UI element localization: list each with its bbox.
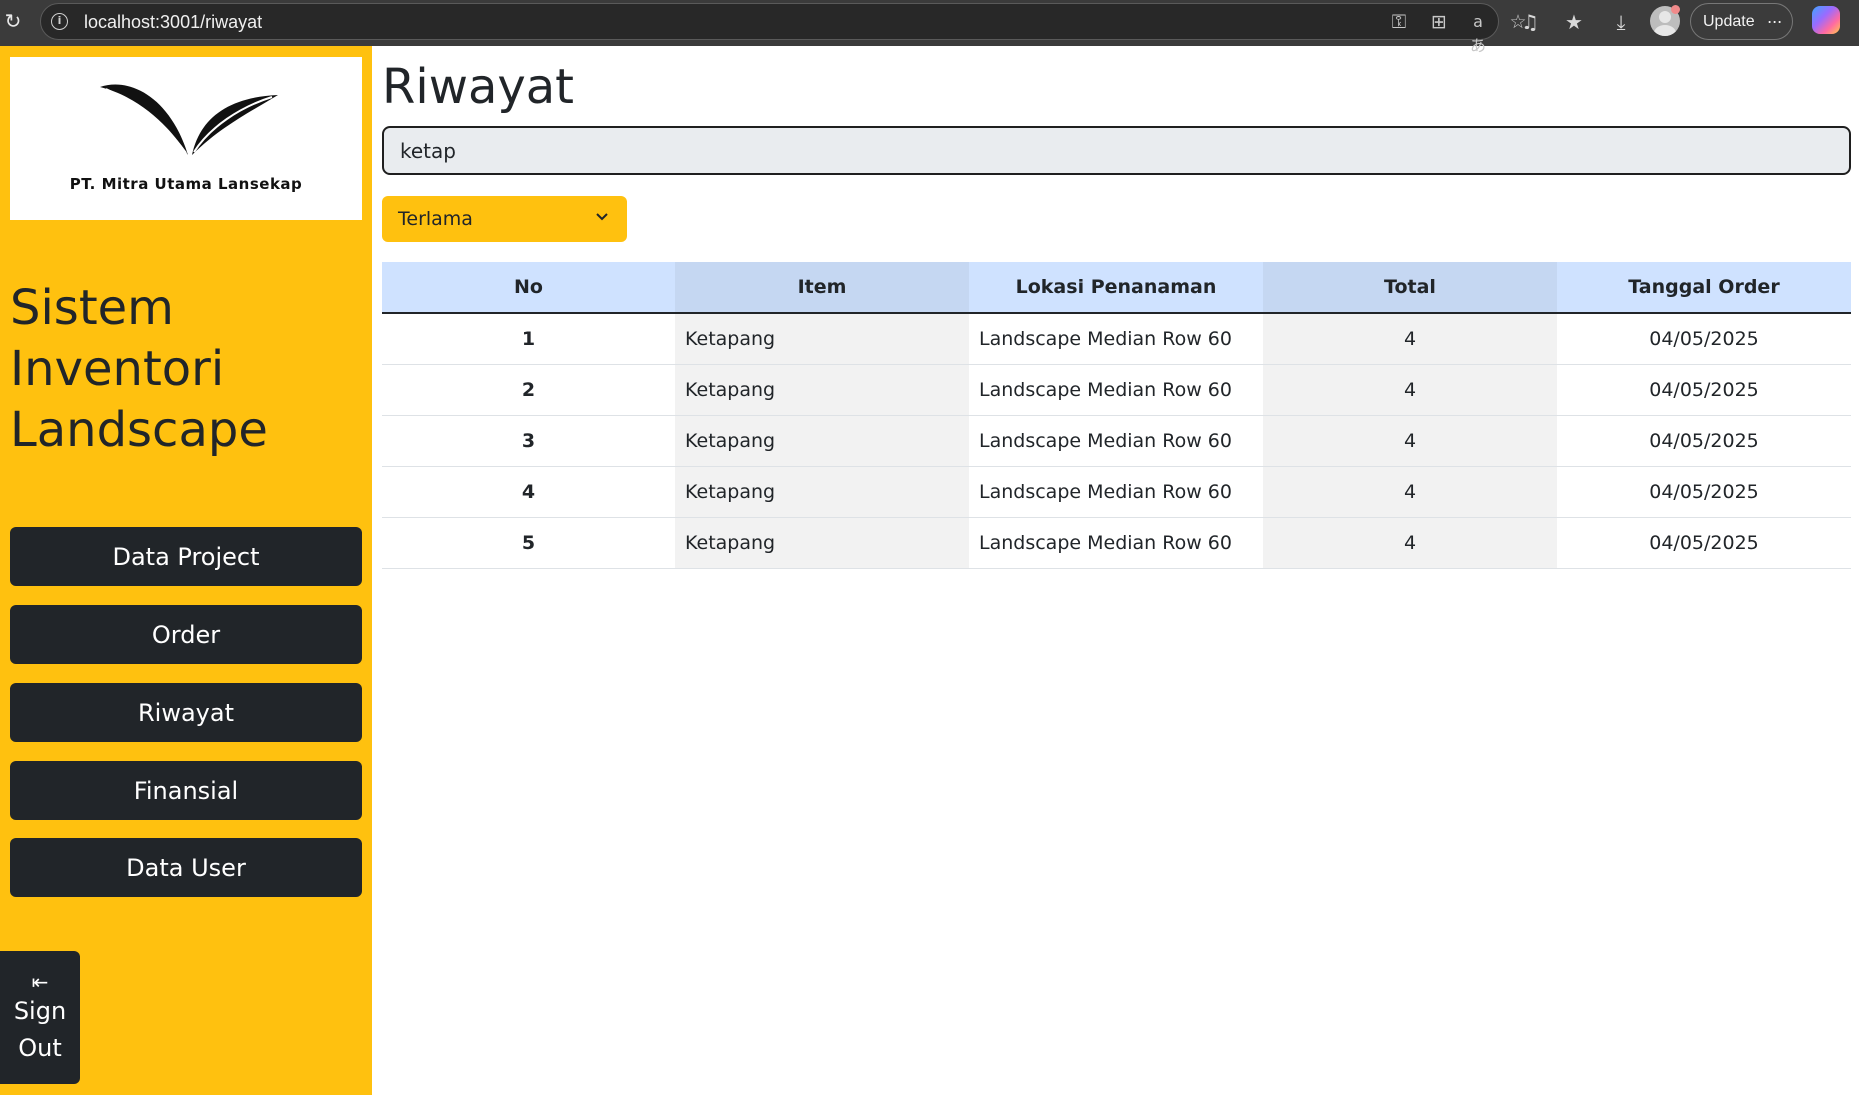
cell-total: 4 bbox=[1263, 517, 1557, 569]
key-icon[interactable]: ⚿ bbox=[1387, 10, 1411, 34]
column-header-tanggal: Tanggal Order bbox=[1557, 262, 1851, 314]
translate-icon[interactable]: aあ bbox=[1466, 10, 1490, 55]
cell-total: 4 bbox=[1263, 466, 1557, 518]
sign-out-label: Sign bbox=[13, 997, 67, 1025]
cell-lokasi: Landscape Median Row 60 bbox=[969, 415, 1263, 467]
nav-data-project-button[interactable]: Data Project bbox=[10, 527, 362, 586]
logo-text: PT. Mitra Utama Lansekap bbox=[69, 175, 303, 193]
sidebar: PT. Mitra Utama Lansekap Sistem Inventor… bbox=[0, 46, 372, 1095]
cell-no: 5 bbox=[382, 517, 675, 569]
riwayat-table: No Item Lokasi Penanaman Total Tanggal O… bbox=[382, 262, 1851, 569]
sign-out-icon: ⇤ bbox=[31, 970, 49, 994]
nav-data-user-button[interactable]: Data User bbox=[10, 838, 362, 897]
app-title-line: Sistem bbox=[10, 280, 174, 336]
address-bar[interactable]: i localhost:3001/riwayat ⚿ ⊞ aあ ☆ bbox=[40, 3, 1527, 55]
nav-finansial-button[interactable]: Finansial bbox=[10, 761, 362, 820]
more-icon[interactable]: ··· bbox=[1767, 11, 1783, 32]
favorites-icon[interactable]: ★ bbox=[1561, 9, 1587, 35]
cell-lokasi: Landscape Median Row 60 bbox=[969, 466, 1263, 518]
cell-item: Ketapang bbox=[675, 517, 969, 569]
cell-tanggal: 04/05/2025 bbox=[1557, 466, 1851, 518]
nav-riwayat-button[interactable]: Riwayat bbox=[10, 683, 362, 742]
nav-order-button[interactable]: Order bbox=[10, 605, 362, 664]
cell-tanggal: 04/05/2025 bbox=[1557, 364, 1851, 416]
cell-lokasi: Landscape Median Row 60 bbox=[969, 364, 1263, 416]
leaf-logo-icon bbox=[100, 84, 278, 155]
search-input-value: ketap bbox=[400, 138, 456, 163]
browser-toolbar: ↻ i localhost:3001/riwayat ⚿ ⊞ aあ ☆ ♫ ★ … bbox=[0, 0, 1859, 55]
cell-total: 4 bbox=[1263, 364, 1557, 416]
cell-tanggal: 04/05/2025 bbox=[1557, 517, 1851, 569]
reload-icon[interactable]: ↻ bbox=[2, 10, 24, 32]
main-content: Riwayat ketap Terlama No Item Lokasi Pen… bbox=[372, 46, 1859, 1095]
cell-tanggal: 04/05/2025 bbox=[1557, 313, 1851, 365]
search-input[interactable]: ketap bbox=[382, 126, 1851, 175]
chevron-down-icon bbox=[596, 213, 608, 221]
cell-item: Ketapang bbox=[675, 364, 969, 416]
cell-item: Ketapang bbox=[675, 313, 969, 365]
update-label: Update bbox=[1703, 12, 1755, 30]
copilot-icon[interactable] bbox=[1812, 6, 1840, 34]
media-icon[interactable]: ♫ bbox=[1517, 9, 1543, 35]
url-text[interactable]: localhost:3001/riwayat bbox=[84, 12, 262, 33]
table-header-row: No Item Lokasi Penanaman Total Tanggal O… bbox=[382, 262, 1851, 314]
cell-tanggal: 04/05/2025 bbox=[1557, 415, 1851, 467]
table-row: 3 Ketapang Landscape Median Row 60 4 04/… bbox=[382, 415, 1851, 467]
app-title-line: Landscape bbox=[10, 402, 268, 458]
column-header-lokasi: Lokasi Penanaman bbox=[969, 262, 1263, 314]
app-title-line: Inventori bbox=[10, 341, 225, 397]
table-row: 2 Ketapang Landscape Median Row 60 4 04/… bbox=[382, 364, 1851, 416]
company-logo: PT. Mitra Utama Lansekap bbox=[10, 57, 362, 220]
notification-dot bbox=[1671, 5, 1680, 14]
update-button[interactable]: Update ··· bbox=[1690, 3, 1793, 40]
cell-no: 2 bbox=[382, 364, 675, 416]
column-header-total: Total bbox=[1263, 262, 1557, 314]
sort-select[interactable]: Terlama bbox=[382, 196, 627, 242]
cell-no: 1 bbox=[382, 313, 675, 365]
column-header-item: Item bbox=[675, 262, 969, 314]
page-title: Riwayat bbox=[382, 59, 574, 115]
sign-out-button[interactable]: ⇤ Sign Out bbox=[0, 951, 80, 1084]
cell-no: 3 bbox=[382, 415, 675, 467]
app-title: Sistem Inventori Landscape bbox=[10, 278, 362, 461]
sign-out-label: Out bbox=[18, 1034, 62, 1062]
site-info-icon[interactable]: i bbox=[51, 13, 68, 30]
cell-item: Ketapang bbox=[675, 415, 969, 467]
sort-selected-value: Terlama bbox=[398, 208, 473, 230]
cell-total: 4 bbox=[1263, 313, 1557, 365]
cell-total: 4 bbox=[1263, 415, 1557, 467]
table-row: 4 Ketapang Landscape Median Row 60 4 04/… bbox=[382, 466, 1851, 518]
table-row: 5 Ketapang Landscape Median Row 60 4 04/… bbox=[382, 517, 1851, 569]
cell-no: 4 bbox=[382, 466, 675, 518]
cell-lokasi: Landscape Median Row 60 bbox=[969, 313, 1263, 365]
column-header-no: No bbox=[382, 262, 675, 314]
downloads-icon[interactable]: ⤓ bbox=[1608, 9, 1634, 35]
app-grid-icon[interactable]: ⊞ bbox=[1427, 10, 1451, 34]
table-row: 1 Ketapang Landscape Median Row 60 4 04/… bbox=[382, 313, 1851, 365]
cell-item: Ketapang bbox=[675, 466, 969, 518]
cell-lokasi: Landscape Median Row 60 bbox=[969, 517, 1263, 569]
